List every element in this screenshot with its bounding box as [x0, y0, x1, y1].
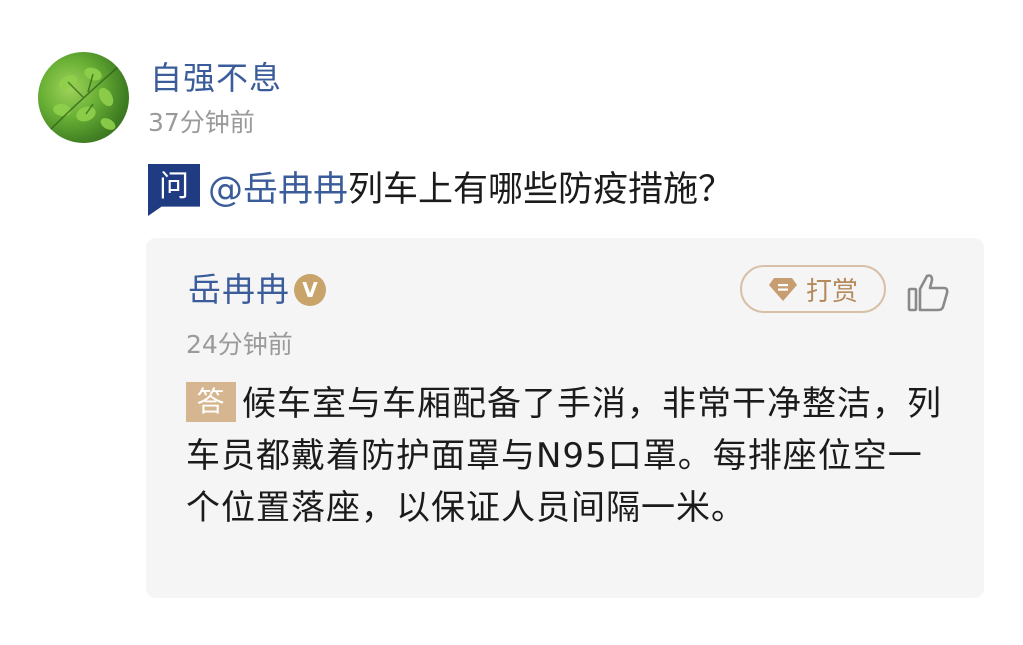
- tip-label: 打赏: [805, 276, 858, 307]
- question: 问 @岳冉冉 列车上有哪些防疫措施？: [148, 162, 733, 218]
- answer-card: 岳冉冉 V 24分钟前 打赏 答候车室与车厢配备了手消，非常干净整洁，列车员都戴…: [146, 238, 984, 598]
- answer-body: 答候车室与车厢配备了手消，非常干净整洁，列车员都戴着防护面罩与N95口罩。每排座…: [186, 378, 946, 534]
- diamond-tip-icon: [768, 278, 797, 301]
- tip-button[interactable]: 打赏: [740, 265, 886, 313]
- question-mention-link[interactable]: @岳冉冉: [208, 164, 348, 216]
- verified-badge-icon: V: [294, 274, 326, 306]
- like-button[interactable]: [906, 272, 952, 314]
- thumbs-up-icon: [907, 274, 949, 312]
- answer-text: 候车室与车厢配备了手消，非常干净整洁，列车员都戴着防护面罩与N95口罩。每排座位…: [186, 384, 942, 528]
- leaf-avatar-image: [47, 66, 119, 133]
- post-author-name[interactable]: 自强不息: [150, 56, 282, 100]
- answer-badge: 答: [186, 382, 236, 422]
- question-text: 列车上有哪些防疫措施？: [348, 170, 734, 210]
- answer-author-name[interactable]: 岳冉冉: [188, 268, 290, 312]
- avatar[interactable]: [38, 52, 129, 143]
- comment-page: 自强不息 37分钟前 问 @岳冉冉 列车上有哪些防疫措施？ 岳冉冉 V 24分钟…: [0, 0, 1023, 645]
- answer-author: 岳冉冉 V: [188, 268, 326, 312]
- question-badge: 问: [148, 164, 200, 216]
- answer-timestamp: 24分钟前: [186, 330, 293, 359]
- post-timestamp: 37分钟前: [148, 108, 255, 137]
